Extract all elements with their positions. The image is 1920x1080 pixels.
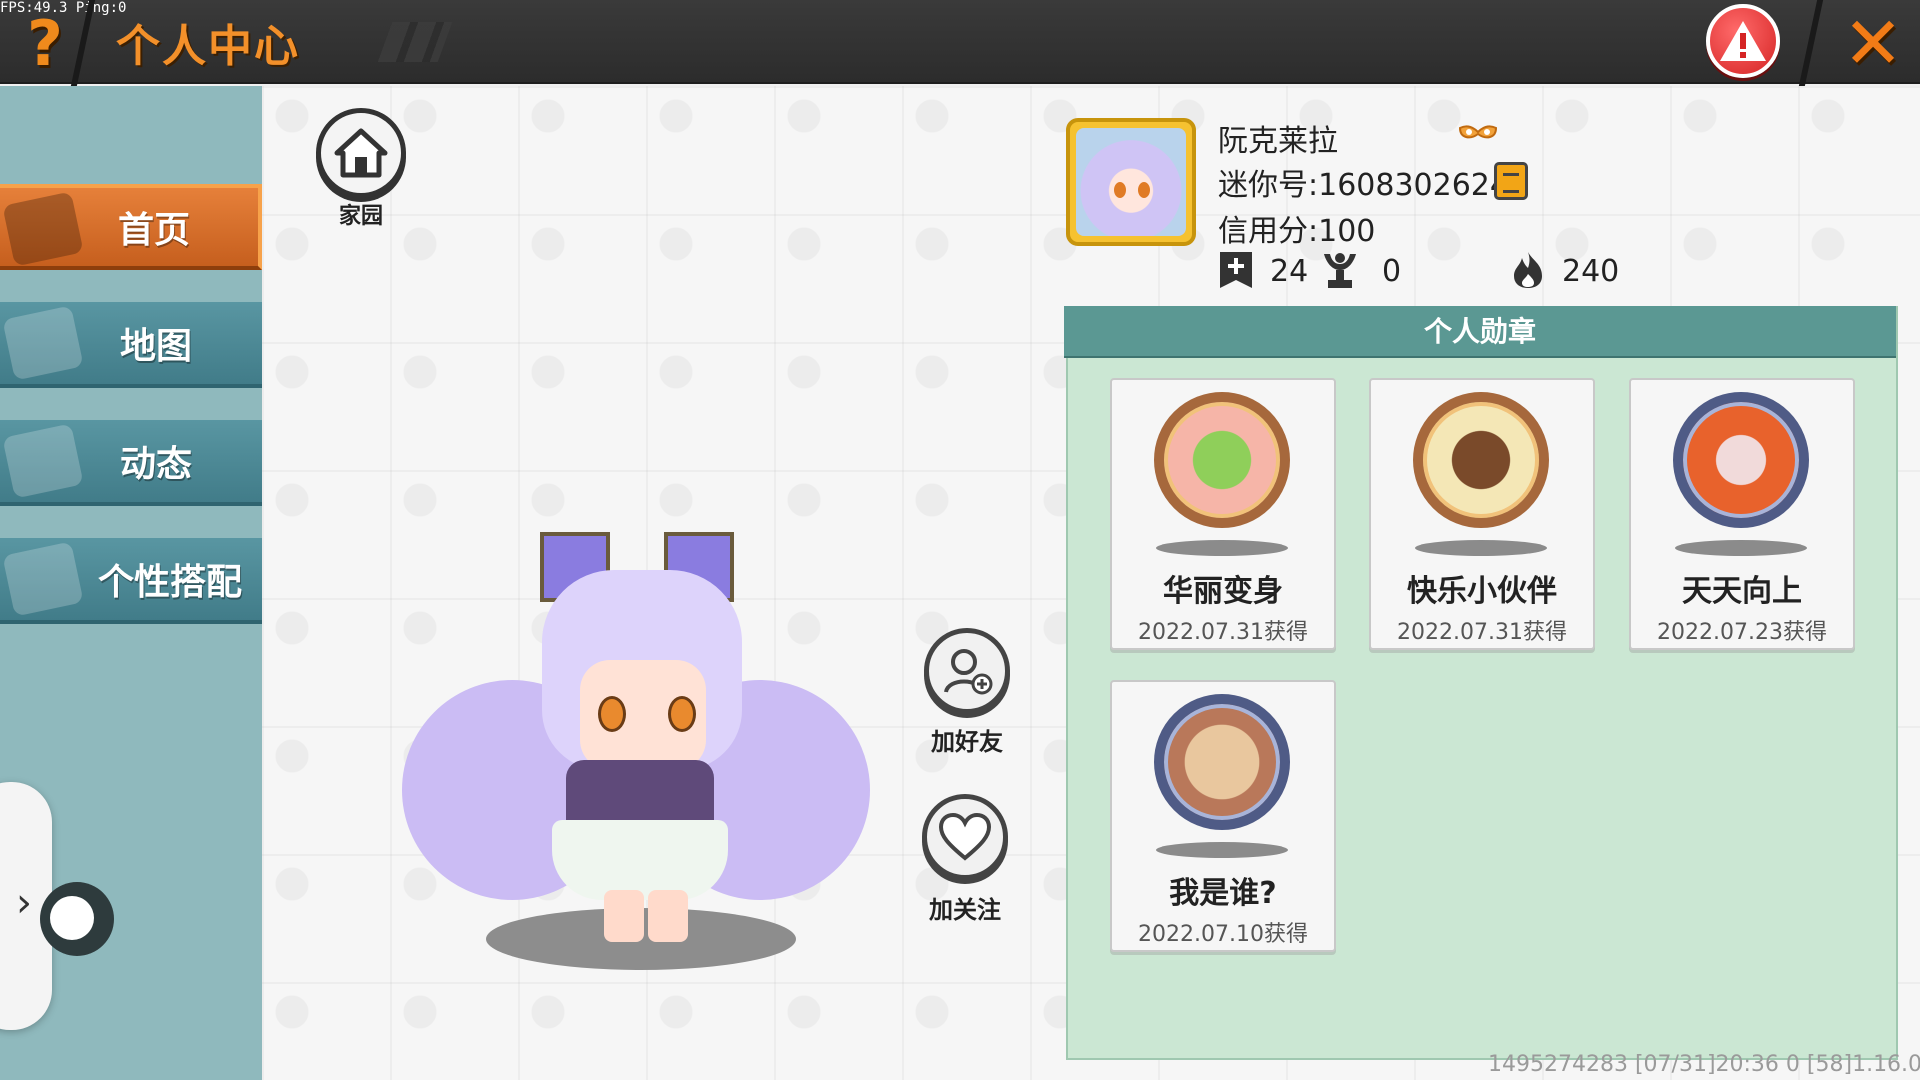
report-button[interactable] [1706,4,1780,78]
home-button[interactable] [316,108,406,198]
trophy-cup-icon [1324,253,1356,288]
stat-value: 24 [1270,254,1309,289]
sidebar-item-label: 动态 [119,444,192,485]
medal-icon [1154,694,1290,830]
home-label: 家园 [338,204,383,229]
badge-name: 我是谁? [1169,876,1277,911]
divider [1798,0,1824,86]
mask-icon [1458,125,1498,139]
badge-card[interactable]: 我是谁? 2022.07.10获得 [1110,680,1336,952]
warning-triangle-icon [1720,21,1766,61]
badge-date: 2022.07.31获得 [1138,620,1308,645]
chevron-right-icon[interactable]: › [16,880,32,926]
sidebar-item-outfit[interactable]: 个性搭配 [0,538,262,624]
heart-icon [938,812,992,861]
follow-button[interactable] [922,794,1008,880]
mini-id: 迷你号:1608302624 [1218,168,1509,203]
badge-name: 华丽变身 [1163,574,1283,609]
avatar [1076,128,1186,236]
joystick[interactable] [40,882,114,956]
sidebar-item-label: 地图 [119,326,192,367]
badge-date: 2022.07.31获得 [1397,620,1567,645]
add-friend-button[interactable] [924,628,1010,714]
close-x-icon: ✕ [1842,1,1904,85]
badge-date: 2022.07.23获得 [1657,620,1827,645]
close-button[interactable]: ✕ [1838,1,1908,85]
sidebar-item-map[interactable]: 地图 [0,302,262,388]
sidebar-item-label: 首页 [117,210,190,251]
credit-score: 信用分:100 [1218,214,1376,249]
sidebar-item-feed[interactable]: 动态 [0,420,262,506]
medal-icon [1154,392,1290,528]
badge-panel-title: 个人勋章 [1064,306,1896,358]
title-decoration [377,22,453,62]
badge-name: 快乐小伙伴 [1407,574,1557,609]
badge-card[interactable]: 快乐小伙伴 2022.07.31获得 [1369,378,1595,650]
copy-icon[interactable] [1494,162,1528,200]
house-icon [334,128,388,178]
stat-value: 0 [1382,254,1402,289]
badge-name: 天天向上 [1682,574,1802,609]
build-info: 1495274283 [07/31]20:36 0 [58]1.16.0 [1488,1052,1920,1077]
sidebar-item-home[interactable]: 首页 [0,184,262,270]
plus-bookmark-icon [1220,252,1252,288]
top-bar: FPS:49.3 Ping:0 ? 个人中心 ✕ [0,0,1920,86]
question-mark-icon: ? [27,6,63,80]
page-title: 个人中心 [116,21,300,72]
sidebar-item-label: 个性搭配 [97,562,242,603]
profile-name: 阮克莱拉 [1218,124,1338,159]
profile-avatar[interactable] [1066,118,1196,246]
follow-label: 加关注 [929,896,1001,924]
badge-date: 2022.07.10获得 [1138,922,1308,947]
medal-icon [1673,392,1809,528]
badge-card[interactable]: 华丽变身 2022.07.31获得 [1110,378,1336,650]
help-button[interactable]: ? [14,7,76,80]
add-user-icon [944,649,993,695]
flame-icon [1514,252,1542,288]
medal-icon [1413,392,1549,528]
badge-card[interactable]: 天天向上 2022.07.23获得 [1629,378,1855,650]
add-friend-label: 加好友 [931,728,1003,756]
stat-value: 240 [1562,254,1620,289]
